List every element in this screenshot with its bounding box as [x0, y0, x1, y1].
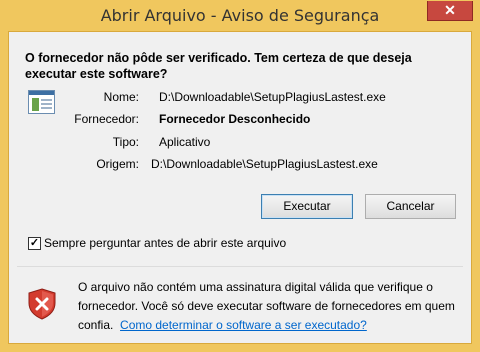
detail-value: Fornecedor Desconhecido — [159, 112, 311, 126]
detail-value: D:\Downloadable\SetupPlagiusLastest.exe — [159, 90, 386, 104]
detail-label: Nome: — [103, 90, 139, 104]
info-text: O arquivo não contém uma assinatura digi… — [78, 278, 458, 335]
detail-label: Tipo: — [112, 135, 139, 149]
detail-label: Fornecedor: — [74, 112, 139, 126]
detail-value: D:\Downloadable\SetupPlagiusLastest.exe — [151, 157, 378, 171]
close-button[interactable]: ✕ — [427, 1, 473, 21]
info-panel: O arquivo não contém uma assinatura digi… — [9, 268, 471, 343]
always-ask-label[interactable]: Sempre perguntar antes de abrir este arq… — [44, 236, 286, 250]
always-ask-checkbox[interactable]: ✓ — [28, 237, 41, 250]
dialog-body: O fornecedor não pôde ser verificado. Te… — [8, 31, 472, 344]
title-bar[interactable]: Abrir Arquivo - Aviso de Segurança ✕ — [0, 0, 480, 31]
separator — [17, 266, 463, 267]
security-warning-dialog: Abrir Arquivo - Aviso de Segurança ✕ O f… — [0, 0, 480, 352]
detail-value: Aplicativo — [159, 135, 211, 149]
red-shield-warning-icon — [28, 288, 56, 325]
close-icon: ✕ — [444, 2, 456, 18]
run-button[interactable]: Executar — [261, 194, 353, 219]
detail-label: Origem: — [96, 157, 139, 171]
check-mark-icon: ✓ — [29, 237, 40, 249]
window-title: Abrir Arquivo - Aviso de Segurança — [100, 6, 380, 25]
cancel-button[interactable]: Cancelar — [365, 194, 456, 219]
help-link[interactable]: Como determinar o software a ser executa… — [120, 318, 367, 332]
question-text: O fornecedor não pôde ser verificado. Te… — [25, 51, 412, 81]
